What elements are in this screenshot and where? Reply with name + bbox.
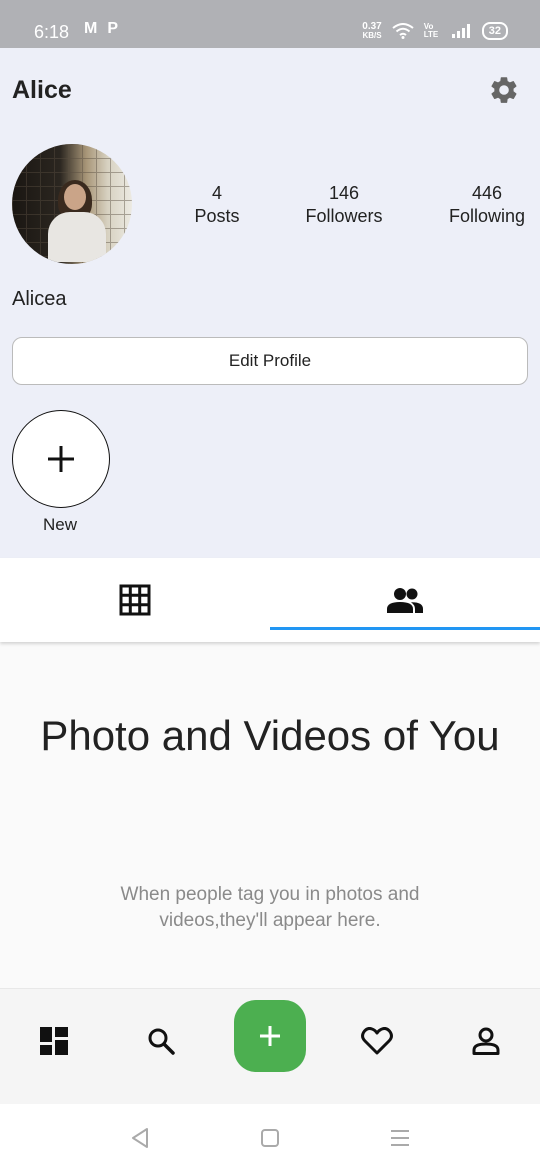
edit-profile-button[interactable]: Edit Profile [12, 337, 528, 385]
stat-posts-label: Posts [194, 206, 240, 226]
dashboard-icon [40, 1027, 68, 1055]
tab-active-indicator [270, 627, 540, 630]
app-p-icon: P [107, 20, 118, 37]
stat-posts[interactable]: 4 Posts [177, 182, 257, 228]
stat-followers-label: Followers [305, 206, 383, 226]
grid-icon [119, 584, 151, 616]
app-m-icon: M [84, 20, 98, 37]
nav-dashboard[interactable] [34, 1021, 74, 1061]
profile-username: Alice [12, 76, 72, 104]
plus-icon [48, 446, 74, 472]
settings-gear-icon[interactable] [488, 74, 520, 106]
system-navigation-bar [0, 1104, 540, 1170]
profile-display-name: Alicea [12, 288, 67, 310]
nav-profile[interactable] [466, 1021, 506, 1061]
profile-tabs [0, 558, 540, 642]
stat-followers-count: 146 [328, 183, 360, 203]
profile-header: Alice 4 Posts 146 Followers 446 Followin… [0, 48, 540, 558]
people-icon [387, 588, 423, 613]
volte-indicator: Vo LTE [423, 22, 439, 39]
bottom-navigation [0, 988, 540, 1105]
search-icon [148, 1028, 175, 1055]
new-story-label: New [42, 515, 77, 534]
heart-icon [361, 1027, 393, 1055]
wifi-icon [392, 23, 414, 39]
stat-following-count: 446 [471, 183, 503, 203]
add-icon [260, 1026, 280, 1046]
back-icon[interactable] [128, 1126, 152, 1150]
empty-state-title: Photo and Videos of You [40, 712, 500, 759]
recents-menu-icon[interactable] [388, 1126, 412, 1150]
stat-followers[interactable]: 146 Followers [294, 182, 394, 228]
status-bar: 6:18 M P 0.37 KB/S Vo LTE 32 [0, 0, 540, 48]
notification-icons: M P [84, 20, 118, 38]
stat-following-label: Following [448, 206, 526, 226]
stat-following[interactable]: 446 Following [438, 182, 536, 228]
status-right: 0.37 KB/S Vo LTE 32 [362, 22, 508, 40]
nav-search[interactable] [141, 1021, 181, 1061]
net-unit: KB/S [362, 31, 382, 40]
add-post-button[interactable] [234, 1000, 306, 1072]
person-icon [472, 1027, 500, 1055]
empty-state-subtitle: When people tag you in photos and videos… [120, 884, 420, 931]
status-time: 6:18 [34, 22, 70, 42]
home-icon[interactable] [258, 1126, 282, 1150]
stat-posts-count: 4 [211, 183, 222, 203]
signal-icon [451, 24, 470, 38]
nav-activity[interactable] [357, 1021, 397, 1061]
battery-indicator: 32 [481, 22, 508, 40]
tab-grid[interactable] [0, 558, 270, 642]
new-story-button[interactable] [12, 410, 110, 508]
profile-avatar[interactable] [12, 144, 132, 264]
